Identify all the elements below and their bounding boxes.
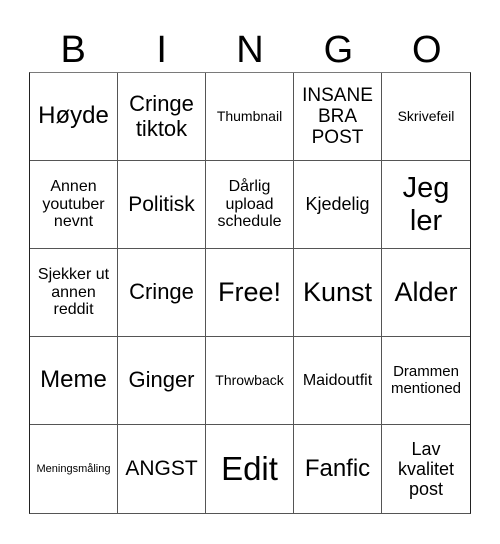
bingo-cell[interactable]: Edit <box>206 425 294 513</box>
bingo-cell[interactable]: Annen youtuber nevnt <box>30 161 118 249</box>
bingo-cell[interactable]: Meme <box>30 337 118 425</box>
bingo-cell[interactable]: Skrivefeil <box>382 73 470 161</box>
header-letter-i: I <box>156 29 167 71</box>
bingo-header: B I N G O <box>29 28 471 72</box>
bingo-cell[interactable]: Kjedelig <box>294 161 382 249</box>
bingo-cell[interactable]: Sjekker ut annen reddit <box>30 249 118 337</box>
bingo-cell[interactable]: Dårlig upload schedule <box>206 161 294 249</box>
header-letter-b: B <box>60 29 86 71</box>
header-letter-o: O <box>412 29 442 71</box>
bingo-cell[interactable]: Cringe tiktok <box>118 73 206 161</box>
header-letter-n: N <box>236 29 264 71</box>
bingo-cell[interactable]: Maidoutfit <box>294 337 382 425</box>
bingo-cell[interactable]: ANGST <box>118 425 206 513</box>
bingo-cell[interactable]: Meningsmåling <box>30 425 118 513</box>
bingo-cell[interactable]: Drammen mentioned <box>382 337 470 425</box>
bingo-cell[interactable]: Fanfic <box>294 425 382 513</box>
free-space-cell[interactable]: Free! <box>206 249 294 337</box>
bingo-card: Høyde Cringe tiktok Thumbnail INSANE BRA… <box>29 72 471 514</box>
bingo-cell[interactable]: Høyde <box>30 73 118 161</box>
bingo-cell[interactable]: Lav kvalitet post <box>382 425 470 513</box>
header-letter-g: G <box>323 29 354 71</box>
bingo-cell[interactable]: Cringe <box>118 249 206 337</box>
bingo-cell[interactable]: Ginger <box>118 337 206 425</box>
bingo-cell[interactable]: INSANE BRA POST <box>294 73 382 161</box>
bingo-cell[interactable]: Alder <box>382 249 470 337</box>
bingo-cell[interactable]: Politisk <box>118 161 206 249</box>
bingo-cell[interactable]: Kunst <box>294 249 382 337</box>
bingo-cell[interactable]: Jeg ler <box>382 161 470 249</box>
bingo-cell[interactable]: Thumbnail <box>206 73 294 161</box>
bingo-cell[interactable]: Throwback <box>206 337 294 425</box>
